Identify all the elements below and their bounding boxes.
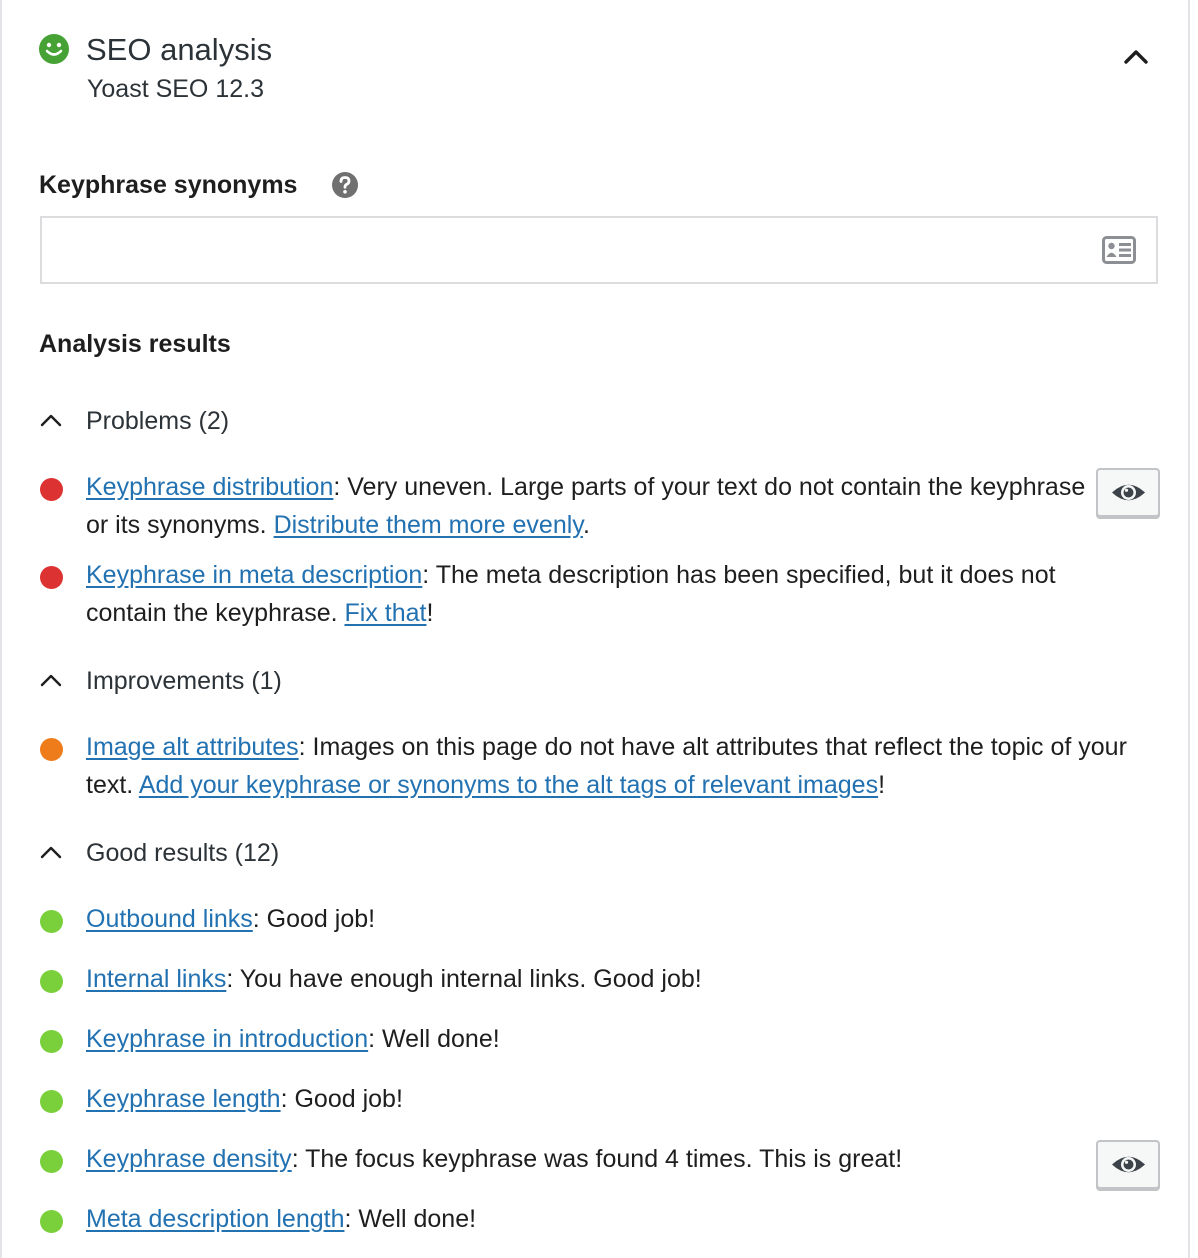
question-mark-icon[interactable] [331,171,359,199]
good-bullet-icon [40,1210,63,1233]
result-link[interactable]: Keyphrase in meta description [86,561,422,589]
good-bullet-icon [40,1030,63,1053]
group-label-improvements: Improvements (1) [86,667,282,695]
contact-card-icon[interactable] [1102,236,1136,264]
result-text: Keyphrase distribution: Very uneven. Lar… [86,473,1086,539]
good-bullet-icon [40,910,63,933]
result-text: Keyphrase density: The focus keyphrase w… [86,1145,903,1173]
result-link[interactable]: Internal links [86,965,226,993]
panel-subtitle: Yoast SEO 12.3 [87,75,264,103]
result-text: Keyphrase length: Good job! [86,1085,403,1113]
result-action-link[interactable]: Add your keyphrase or synonyms to the al… [139,771,878,799]
highlight-keyphrase-distribution-button[interactable] [1096,468,1160,517]
result-text: Internal links: You have enough internal… [86,965,702,993]
problem-bullet-icon [40,566,63,589]
analysis-results-heading: Analysis results [39,330,231,358]
group-label-good-results: Good results (12) [86,839,280,867]
smiley-face-icon [39,34,69,64]
result-text: Image alt attributes: Images on this pag… [86,733,1127,799]
improvement-bullet-icon [40,738,63,761]
synonyms-label: Keyphrase synonyms [39,171,298,199]
result-text: Keyphrase in meta description: The meta … [86,561,1056,627]
eye-icon [1112,484,1145,501]
result-link[interactable]: Image alt attributes [86,733,299,761]
panel-title: SEO analysis [86,32,273,67]
result-action-link[interactable]: Fix that [345,599,427,627]
result-link[interactable]: Keyphrase in introduction [86,1025,368,1053]
result-text: Outbound links: Good job! [86,905,376,933]
good-bullet-icon [40,1150,63,1173]
result-link[interactable]: Keyphrase distribution [86,473,333,501]
problem-bullet-icon [40,478,63,501]
good-bullet-icon [40,970,63,993]
result-text: Keyphrase in introduction: Well done! [86,1025,500,1053]
result-text: Meta description length: Well done! [86,1205,477,1233]
chevron-up-icon [40,674,62,687]
result-link[interactable]: Keyphrase length [86,1085,281,1113]
result-action-link[interactable]: Distribute them more evenly [274,511,583,539]
result-link[interactable]: Meta description length [86,1205,344,1233]
good-bullet-icon [40,1090,63,1113]
chevron-up-icon[interactable] [1116,40,1156,72]
synonyms-field [40,216,1158,284]
chevron-up-icon [40,846,62,859]
highlight-keyphrase-density-button[interactable] [1096,1140,1160,1189]
result-link[interactable]: Keyphrase density [86,1145,292,1173]
synonyms-input[interactable] [42,218,1082,282]
group-label-problems: Problems (2) [86,407,230,435]
seo-analysis-panel: SEO analysis Yoast SEO 12.3 Keyphrase sy… [0,0,1190,1258]
eye-icon [1112,1156,1145,1173]
result-link[interactable]: Outbound links [86,905,253,933]
chevron-up-icon [40,414,62,427]
